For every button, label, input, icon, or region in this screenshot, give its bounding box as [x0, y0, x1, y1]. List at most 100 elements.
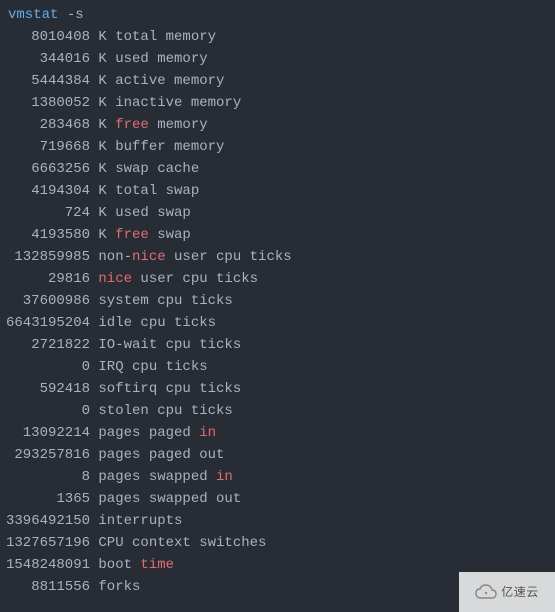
stat-value: 719668 — [0, 136, 90, 158]
stat-desc: stolen cpu ticks — [98, 403, 232, 419]
output-line: 283468 K free memory — [0, 114, 555, 136]
output-line: 1365 pages swapped out — [0, 488, 555, 510]
watermark: 亿速云 — [459, 572, 555, 612]
stat-unit: K — [98, 205, 106, 221]
stat-desc-pre: pages paged — [98, 425, 199, 441]
stat-desc: swap — [149, 227, 191, 243]
stat-unit: K — [98, 95, 106, 111]
stat-value: 0 — [0, 400, 90, 422]
stat-desc: user cpu ticks — [166, 249, 292, 265]
stat-desc: forks — [98, 579, 140, 595]
output-line: 2721822 IO-wait cpu ticks — [0, 334, 555, 356]
output-line: 132859985 non-nice user cpu ticks — [0, 246, 555, 268]
stat-value: 3396492150 — [0, 510, 90, 532]
stat-value: 4193580 — [0, 224, 90, 246]
stat-desc: buffer memory — [115, 139, 224, 155]
watermark-text: 亿速云 — [501, 581, 539, 603]
output-line: 719668 K buffer memory — [0, 136, 555, 158]
stat-desc-pre: pages swapped — [98, 469, 216, 485]
output-line: 8010408 K total memory — [0, 26, 555, 48]
stat-desc: interrupts — [98, 513, 182, 529]
output-line: 13092214 pages paged in — [0, 422, 555, 444]
keyword-nice: nice — [132, 249, 166, 265]
stat-value: 5444384 — [0, 70, 90, 92]
output-line: 0 IRQ cpu ticks — [0, 356, 555, 378]
output-line: 1327657196 CPU context switches — [0, 532, 555, 554]
stat-desc: active memory — [115, 73, 224, 89]
output-line: 3396492150 interrupts — [0, 510, 555, 532]
stat-value: 37600986 — [0, 290, 90, 312]
stat-desc: pages swapped out — [98, 491, 241, 507]
stat-desc: inactive memory — [115, 95, 241, 111]
output-line: 344016 K used memory — [0, 48, 555, 70]
stat-value: 592418 — [0, 378, 90, 400]
output-line: 4194304 K total swap — [0, 180, 555, 202]
stat-unit: K — [98, 51, 106, 67]
stat-desc: used memory — [115, 51, 207, 67]
stat-value: 283468 — [0, 114, 90, 136]
stat-unit: K — [98, 139, 106, 155]
stat-desc: system cpu ticks — [98, 293, 232, 309]
stat-desc: IO-wait cpu ticks — [98, 337, 241, 353]
stat-value: 8010408 — [0, 26, 90, 48]
stat-value: 1380052 — [0, 92, 90, 114]
cloud-icon — [475, 584, 497, 600]
stat-value: 6663256 — [0, 158, 90, 180]
output-line: 4193580 K free swap — [0, 224, 555, 246]
output-line: 592418 softirq cpu ticks — [0, 378, 555, 400]
stat-desc: user cpu ticks — [132, 271, 258, 287]
stat-unit: K — [98, 161, 106, 177]
stat-desc: IRQ cpu ticks — [98, 359, 207, 375]
output-line: 8 pages swapped in — [0, 466, 555, 488]
keyword-in: in — [199, 425, 216, 441]
stat-desc-pre: boot — [98, 557, 140, 573]
keyword-time: time — [140, 557, 174, 573]
output-line: 5444384 K active memory — [0, 70, 555, 92]
keyword-nice: nice — [98, 271, 132, 287]
stat-value: 13092214 — [0, 422, 90, 444]
stat-unit: K — [98, 117, 106, 133]
keyword-in: in — [216, 469, 233, 485]
stat-desc: memory — [149, 117, 208, 133]
stat-unit: K — [98, 73, 106, 89]
stat-desc-pre: non- — [98, 249, 132, 265]
stat-value: 344016 — [0, 48, 90, 70]
stat-value: 1327657196 — [0, 532, 90, 554]
stat-value: 1365 — [0, 488, 90, 510]
stat-desc: swap cache — [115, 161, 199, 177]
stat-value: 2721822 — [0, 334, 90, 356]
stat-unit: K — [98, 183, 106, 199]
stat-value: 293257816 — [0, 444, 90, 466]
stat-value: 1548248091 — [0, 554, 90, 576]
command-name: vmstat — [8, 7, 58, 23]
stat-value: 6643195204 — [0, 312, 90, 334]
stat-desc: CPU context switches — [98, 535, 266, 551]
output-line: 0 stolen cpu ticks — [0, 400, 555, 422]
command-line[interactable]: vmstat -s — [0, 4, 555, 26]
output-line: 6643195204 idle cpu ticks — [0, 312, 555, 334]
stat-unit: K — [98, 29, 106, 45]
stat-value: 8811556 — [0, 576, 90, 598]
output-line: 1380052 K inactive memory — [0, 92, 555, 114]
stat-desc: softirq cpu ticks — [98, 381, 241, 397]
terminal-output: 8010408 K total memory344016 K used memo… — [0, 26, 555, 598]
stat-desc: pages paged out — [98, 447, 224, 463]
output-line: 293257816 pages paged out — [0, 444, 555, 466]
stat-unit: K — [98, 227, 106, 243]
keyword-free: free — [115, 117, 149, 133]
stat-value: 0 — [0, 356, 90, 378]
stat-value: 4194304 — [0, 180, 90, 202]
stat-desc: total memory — [115, 29, 216, 45]
stat-value: 724 — [0, 202, 90, 224]
output-line: 37600986 system cpu ticks — [0, 290, 555, 312]
stat-desc: total swap — [115, 183, 199, 199]
stat-value: 29816 — [0, 268, 90, 290]
stat-desc: used swap — [115, 205, 191, 221]
stat-value: 132859985 — [0, 246, 90, 268]
output-line: 724 K used swap — [0, 202, 555, 224]
output-line: 29816 nice user cpu ticks — [0, 268, 555, 290]
stat-desc: idle cpu ticks — [98, 315, 216, 331]
stat-value: 8 — [0, 466, 90, 488]
output-line: 6663256 K swap cache — [0, 158, 555, 180]
command-arg: -s — [67, 7, 84, 23]
